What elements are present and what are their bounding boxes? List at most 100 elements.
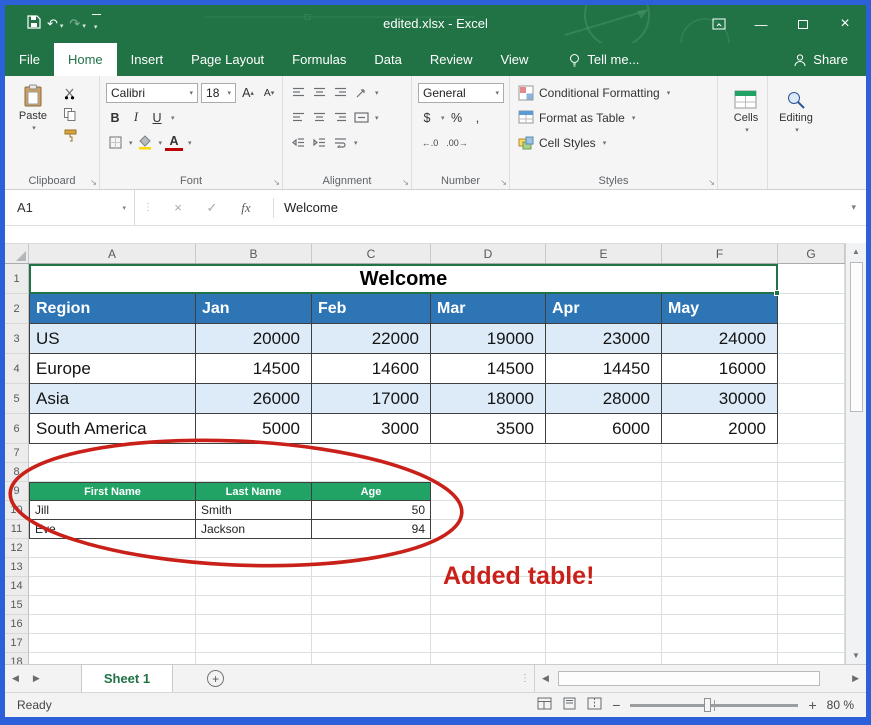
column-header-D[interactable]: D (431, 244, 546, 263)
row-header-10[interactable]: 10 (5, 501, 29, 520)
cell[interactable]: 24000 (662, 324, 778, 354)
editing-button[interactable]: Editing ▾ (772, 86, 820, 134)
insert-function-button[interactable]: fx (229, 200, 263, 216)
align-right-button[interactable] (331, 108, 349, 128)
comma-style-button[interactable]: , (469, 108, 487, 128)
cell[interactable] (431, 539, 546, 558)
bold-button[interactable]: B (106, 108, 124, 128)
vertical-scrollbar[interactable]: ▲ ▼ (845, 243, 866, 664)
cell[interactable] (196, 653, 312, 664)
cell[interactable]: Asia (29, 384, 196, 414)
cell[interactable]: 19000 (431, 324, 546, 354)
merge-center-dropdown[interactable]: ▾ (375, 114, 379, 122)
cell[interactable] (431, 444, 546, 463)
formula-input[interactable]: Welcome (284, 200, 338, 215)
row-header-5[interactable]: 5 (5, 384, 29, 414)
fill-color-button[interactable] (136, 133, 154, 153)
zoom-slider[interactable] (630, 704, 798, 707)
minimize-button[interactable]: — (740, 5, 782, 43)
column-header-E[interactable]: E (546, 244, 662, 263)
cell[interactable]: US (29, 324, 196, 354)
cell[interactable] (546, 615, 662, 634)
redo-dropdown[interactable]: ▾ (82, 23, 86, 30)
cell[interactable]: South America (29, 414, 196, 444)
cell[interactable]: Mar (431, 294, 546, 324)
cell-styles-button[interactable]: Cell Styles ▾ (514, 130, 713, 155)
cell[interactable] (778, 384, 845, 414)
cell[interactable] (29, 558, 196, 577)
cell[interactable] (431, 634, 546, 653)
tab-review[interactable]: Review (416, 43, 487, 76)
cell[interactable] (312, 463, 431, 482)
editing-dropdown[interactable]: ▾ (795, 126, 799, 134)
cell[interactable]: Jill (29, 501, 196, 520)
cell[interactable]: May (662, 294, 778, 324)
cell[interactable]: 14450 (546, 354, 662, 384)
decrease-font-button[interactable]: A▾ (260, 83, 278, 103)
cell[interactable]: 23000 (546, 324, 662, 354)
cell[interactable] (662, 482, 778, 501)
cell[interactable]: 20000 (196, 324, 312, 354)
normal-view-button[interactable] (537, 697, 552, 713)
cell[interactable] (312, 444, 431, 463)
cell[interactable] (546, 463, 662, 482)
welcome-merged-cell[interactable]: Welcome (29, 264, 778, 294)
cell[interactable] (662, 558, 778, 577)
cell[interactable]: Eve (29, 520, 196, 539)
font-dialog-launcher[interactable]: ↘ (273, 178, 280, 187)
font-family-select[interactable]: Calibri▾ (106, 83, 198, 103)
scroll-left-button[interactable]: ◀ (535, 673, 556, 684)
cell[interactable] (196, 615, 312, 634)
tab-page-layout[interactable]: Page Layout (177, 43, 278, 76)
cell[interactable] (312, 615, 431, 634)
decrease-decimal-button[interactable]: .00→ (445, 133, 469, 153)
formula-bar-grip[interactable]: ⋮ (143, 202, 153, 213)
cell[interactable] (662, 596, 778, 615)
cell[interactable]: 2000 (662, 414, 778, 444)
cell[interactable] (29, 539, 196, 558)
align-center-button[interactable] (310, 108, 328, 128)
name-box[interactable]: A1 ▾ (5, 190, 135, 225)
sheet-scroll-left-button[interactable]: ◀ (5, 665, 26, 692)
cell[interactable] (662, 463, 778, 482)
cell[interactable] (431, 501, 546, 520)
cell[interactable] (778, 577, 845, 596)
cell[interactable] (546, 539, 662, 558)
increase-indent-button[interactable] (310, 133, 328, 153)
cell[interactable] (778, 501, 845, 520)
cell[interactable] (662, 615, 778, 634)
cell[interactable] (431, 596, 546, 615)
cell[interactable]: Europe (29, 354, 196, 384)
styles-dialog-launcher[interactable]: ↘ (708, 178, 715, 187)
row-header-16[interactable]: 16 (5, 615, 29, 634)
cell[interactable]: Jan (196, 294, 312, 324)
number-dialog-launcher[interactable]: ↘ (500, 178, 507, 187)
cell[interactable] (431, 463, 546, 482)
copy-button[interactable] (64, 108, 76, 123)
cell[interactable] (662, 539, 778, 558)
horizontal-scrollbar-thumb[interactable] (558, 671, 820, 686)
column-header-F[interactable]: F (662, 244, 778, 263)
font-color-button[interactable]: A (165, 135, 183, 151)
clipboard-dialog-launcher[interactable]: ↘ (90, 178, 97, 187)
align-middle-button[interactable] (310, 83, 328, 103)
row-header-1[interactable]: 1 (5, 264, 29, 294)
cell[interactable] (196, 577, 312, 596)
tab-formulas[interactable]: Formulas (278, 43, 360, 76)
align-top-button[interactable] (289, 83, 307, 103)
new-sheet-button[interactable]: + (207, 670, 224, 687)
cell[interactable] (312, 596, 431, 615)
underline-dropdown[interactable]: ▾ (171, 114, 175, 122)
cells-button[interactable]: Cells ▾ (722, 86, 770, 134)
horizontal-scrollbar[interactable]: ◀ ▶ (534, 665, 866, 692)
wrap-text-button[interactable] (331, 133, 349, 153)
column-header-G[interactable]: G (778, 244, 845, 263)
cell[interactable] (546, 501, 662, 520)
cell[interactable] (29, 634, 196, 653)
underline-button[interactable]: U (148, 108, 166, 128)
select-all-corner[interactable] (5, 244, 29, 263)
cell[interactable] (778, 539, 845, 558)
cancel-button[interactable]: × (161, 200, 195, 215)
sheet-tab-sheet1[interactable]: Sheet 1 (81, 665, 173, 692)
scroll-up-button[interactable]: ▲ (852, 243, 860, 260)
